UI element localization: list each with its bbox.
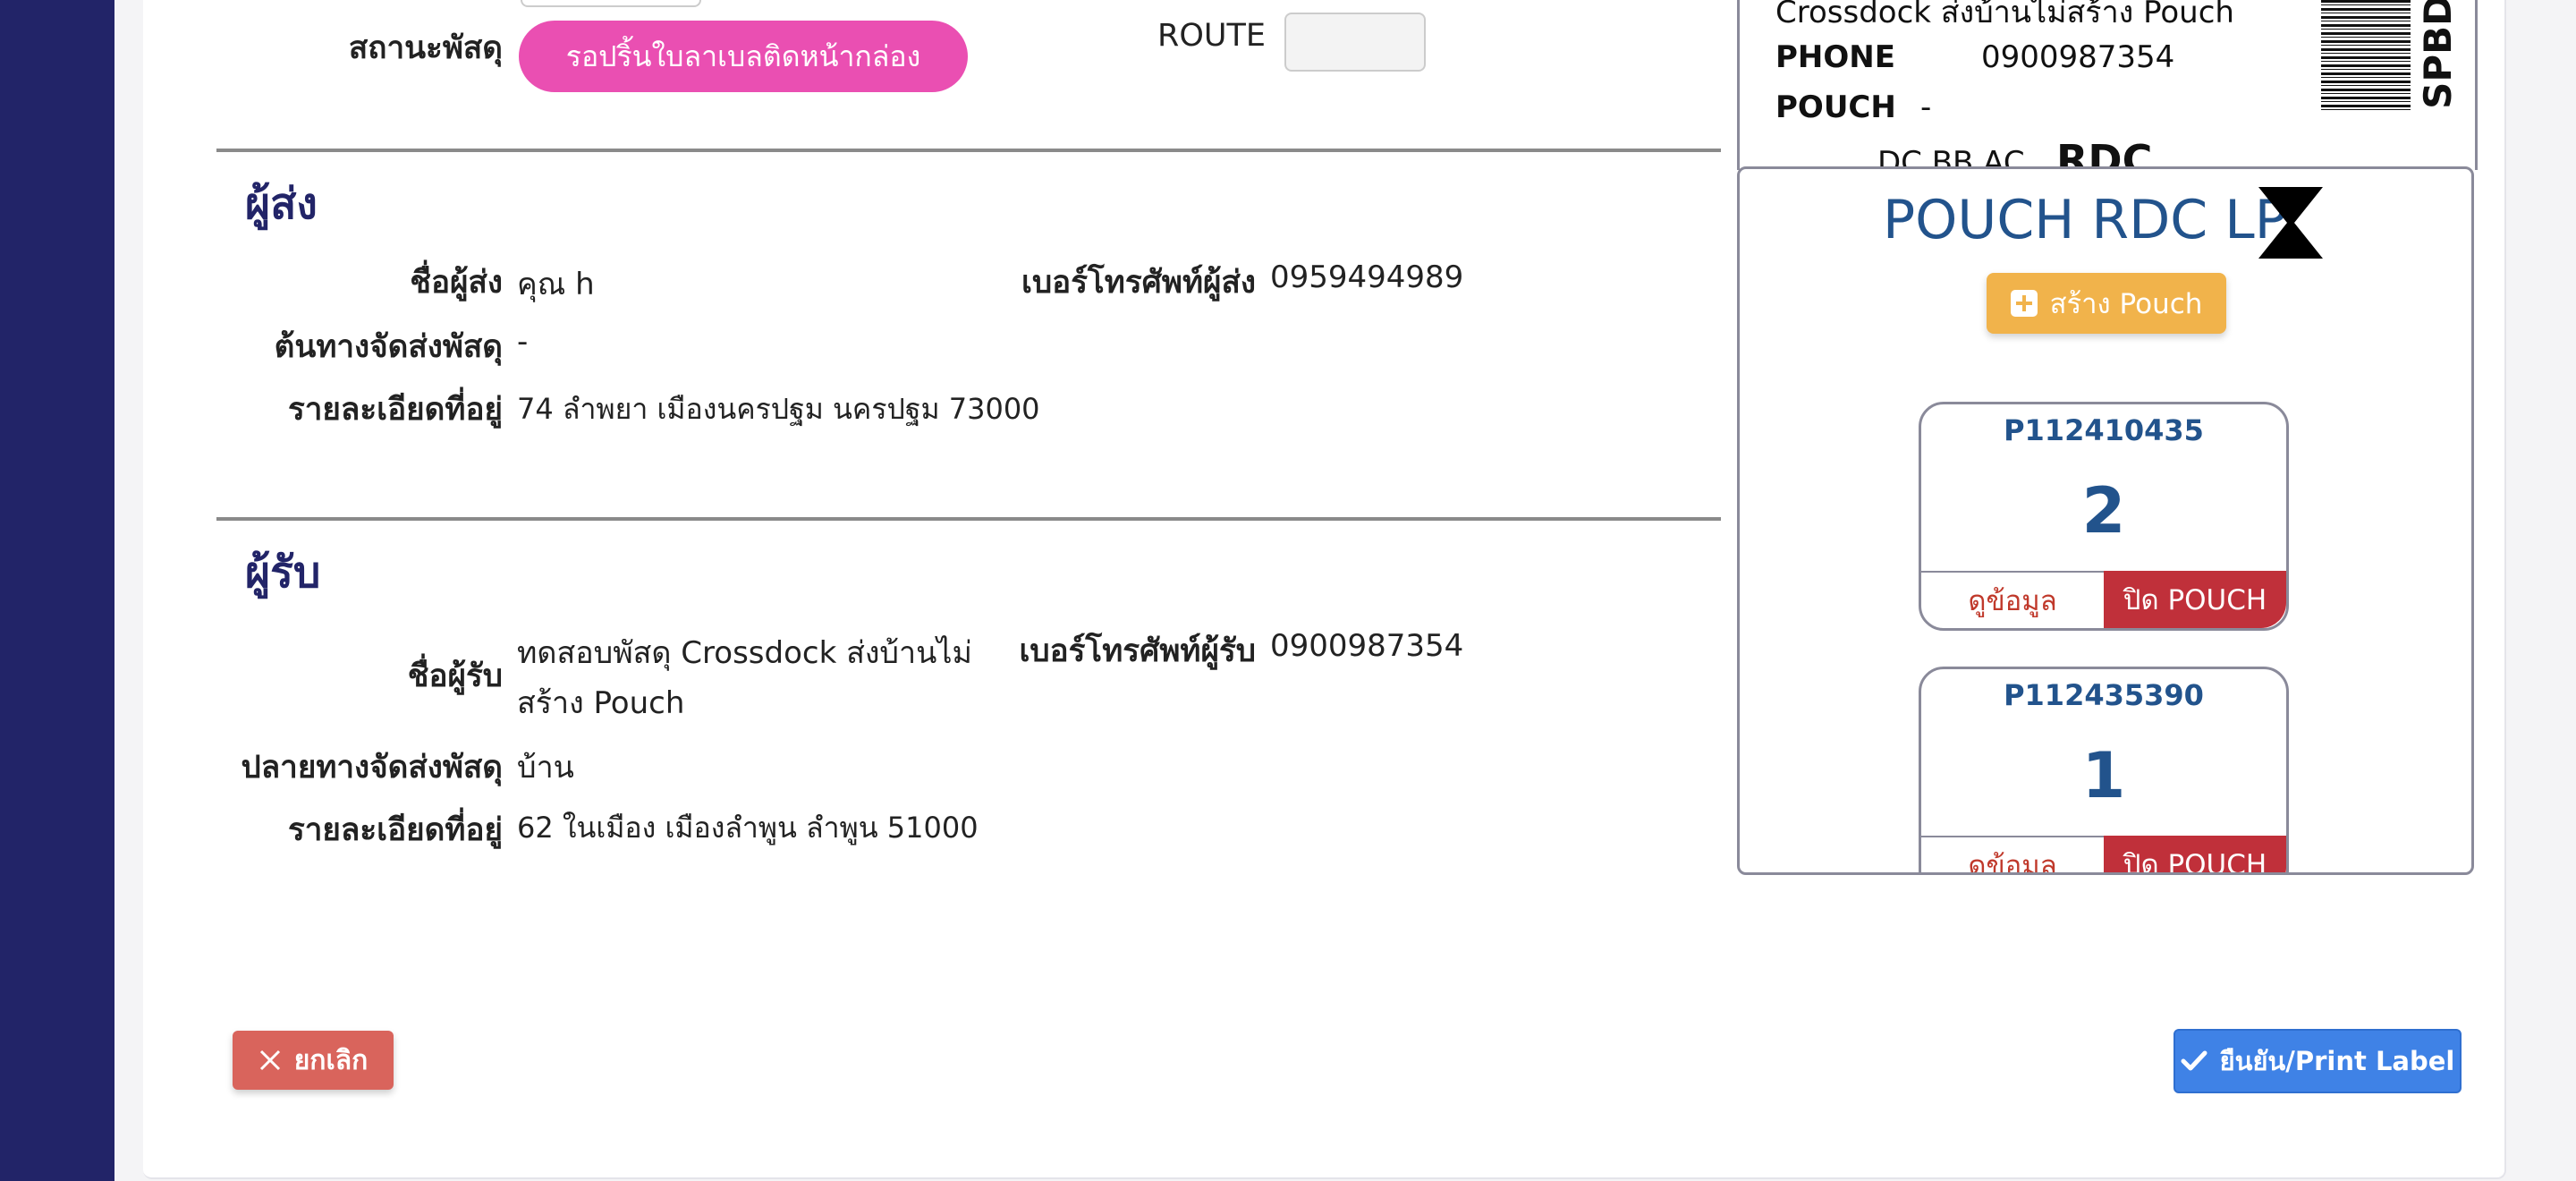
hourglass-icon xyxy=(2258,187,2323,259)
label-phone-caption: PHONE xyxy=(1775,39,1895,75)
receiver-name-label: ชื่อผู้รับ xyxy=(407,658,503,694)
status-label: สถานะพัสดุ xyxy=(348,30,503,66)
confirm-print-button[interactable]: ยืนยัน/Print Label xyxy=(2174,1029,2462,1093)
receiver-divider xyxy=(216,517,1721,521)
cancel-label: ยกเลิก xyxy=(293,1044,369,1076)
label-pouch-value: - xyxy=(1920,89,1932,125)
label-pouch-caption: POUCH xyxy=(1775,89,1896,125)
view-pouch-button[interactable]: ดูข้อมูล xyxy=(1921,571,2104,628)
receiver-section-title: ผู้รับ xyxy=(245,548,321,598)
label-phone-value: 0900987354 xyxy=(1981,39,2175,75)
receiver-name-line1: ทดสอบพัสดุ Crossdock ส่งบ้านไม่ xyxy=(517,635,972,671)
pouch-count: 1 xyxy=(2081,739,2126,812)
pouch-panel: POUCH RDC LP สร้าง Pouch P112410435 2 ดู… xyxy=(1737,166,2474,875)
sender-phone-label: เบอร์โทรศัพท์ผู้ส่ง xyxy=(1021,265,1256,301)
sender-address-label: รายละเอียดที่อยู่ xyxy=(287,392,503,428)
pouch-count: 2 xyxy=(2081,474,2126,548)
close-pouch-button[interactable]: ปิด POUCH xyxy=(2104,836,2286,872)
route-input[interactable] xyxy=(1284,13,1426,72)
sender-divider xyxy=(216,149,1721,152)
receiver-phone-value: 0900987354 xyxy=(1270,628,1464,664)
close-pouch-button[interactable]: ปิด POUCH xyxy=(2104,571,2286,628)
sidebar xyxy=(0,0,114,1181)
pouch-actions: ดูข้อมูล ปิด POUCH xyxy=(1921,836,2286,872)
receiver-address-label: รายละเอียดที่อยู่ xyxy=(287,812,503,848)
pouch-card: P112435390 1 ดูข้อมูล ปิด POUCH xyxy=(1919,667,2289,872)
pouch-actions: ดูข้อมูล ปิด POUCH xyxy=(1921,571,2286,628)
pouch-id: P112410435 xyxy=(2004,413,2204,447)
sender-section-title: ผู้ส่ง xyxy=(245,179,318,229)
close-icon xyxy=(259,1049,280,1071)
label-rdc: RDC xyxy=(2056,136,2153,170)
status-badge: รอปริ้นใบลาเบลติดหน้ากล่อง xyxy=(519,21,968,92)
receiver-destination-label: ปลายทางจัดส่งพัสดุ xyxy=(241,750,504,786)
receiver-name-line2: สร้าง Pouch xyxy=(517,685,685,721)
label-side-code: SPBD xyxy=(2416,0,2460,109)
pouch-panel-title: POUCH RDC LP xyxy=(1883,189,2287,251)
pouch-id: P112435390 xyxy=(2004,678,2204,712)
top-field-stub xyxy=(521,0,701,7)
cancel-button[interactable]: ยกเลิก xyxy=(233,1031,394,1090)
sender-origin-value: - xyxy=(517,324,529,360)
label-barcode xyxy=(2321,0,2411,112)
check-icon xyxy=(2181,1050,2207,1071)
sender-origin-label: ต้นทางจัดส่งพัสดุ xyxy=(274,329,503,365)
sender-name-value: คุณ h xyxy=(517,267,595,302)
receiver-phone-label: เบอร์โทรศัพท์ผู้รับ xyxy=(1019,633,1256,669)
route-label: ROUTE xyxy=(1157,18,1266,54)
create-pouch-button[interactable]: สร้าง Pouch xyxy=(1987,273,2226,334)
plus-square-icon xyxy=(2010,290,2038,317)
receiver-destination-value: บ้าน xyxy=(517,750,574,786)
create-pouch-label: สร้าง Pouch xyxy=(2049,288,2203,320)
pouch-card: P112410435 2 ดูข้อมูล ปิด POUCH xyxy=(1919,402,2289,631)
sender-phone-value: 0959494989 xyxy=(1270,259,1464,295)
confirm-label: ยืนยัน/Print Label xyxy=(2219,1046,2455,1076)
sender-address-value: 74 ลำพยา เมืองนครปฐม นครปฐม 73000 xyxy=(517,392,1040,426)
receiver-address-value: 62 ในเมือง เมืองลำพูน ลำพูน 51000 xyxy=(517,811,979,845)
view-pouch-button[interactable]: ดูข้อมูล xyxy=(1921,836,2104,872)
label-receiver-line: Crossdock ส่งบ้านไม่สร้าง Pouch xyxy=(1775,0,2234,30)
shipping-label-preview: Crossdock ส่งบ้านไม่สร้าง Pouch PHONE 09… xyxy=(1737,0,2478,170)
sender-name-label: ชื่อผู้ส่ง xyxy=(410,265,503,301)
